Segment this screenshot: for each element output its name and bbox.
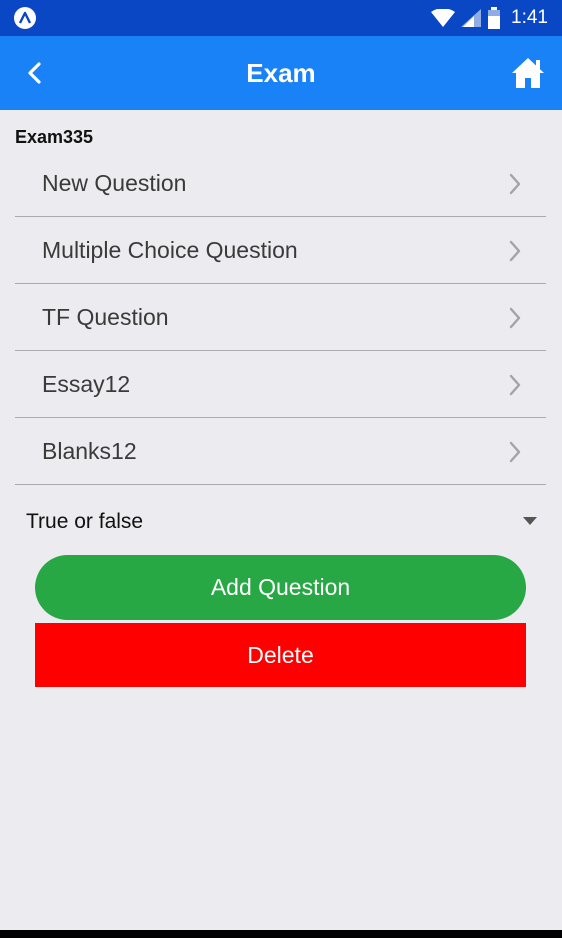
status-bar: 1:41 (0, 0, 562, 36)
bottom-edge (0, 930, 562, 938)
list-item-label: Multiple Choice Question (42, 237, 298, 263)
dropdown-arrow-icon (523, 517, 537, 525)
battery-icon (488, 7, 501, 29)
chevron-right-icon (509, 240, 521, 262)
page-title: Exam (246, 58, 316, 88)
add-question-button[interactable]: Add Question (35, 555, 526, 620)
chevron-right-icon (509, 307, 521, 329)
list-item-new-question[interactable]: New Question (15, 150, 546, 217)
app-screen: 1:41 Exam Exam335 New Question Multiple … (0, 0, 562, 938)
question-type-value: True or false (26, 510, 144, 533)
status-time: 1:41 (511, 7, 548, 28)
chevron-right-icon (509, 374, 521, 396)
list-item-label: New Question (42, 170, 187, 196)
list-item-label: Blanks12 (42, 438, 137, 464)
list-item-multiple-choice-question[interactable]: Multiple Choice Question (15, 217, 546, 284)
home-icon[interactable] (510, 56, 546, 90)
delete-button[interactable]: Delete (35, 623, 526, 687)
exam-name: Exam335 (15, 127, 94, 147)
list-item-label: Essay12 (42, 371, 131, 397)
chevron-right-icon (509, 173, 521, 195)
list-item-blanks[interactable]: Blanks12 (15, 418, 546, 485)
wifi-icon (431, 9, 456, 27)
nav-bar: Exam (0, 36, 562, 110)
cell-signal-icon (461, 9, 482, 27)
status-icons: 1:41 (431, 7, 548, 29)
chevron-right-icon (509, 441, 521, 463)
list-item-label: TF Question (42, 304, 169, 330)
question-type-select[interactable]: True or false (15, 498, 546, 544)
question-list: New Question Multiple Choice Question TF… (15, 150, 546, 485)
app-notification-icon (14, 7, 36, 29)
list-item-essay[interactable]: Essay12 (15, 351, 546, 418)
list-item-tf-question[interactable]: TF Question (15, 284, 546, 351)
